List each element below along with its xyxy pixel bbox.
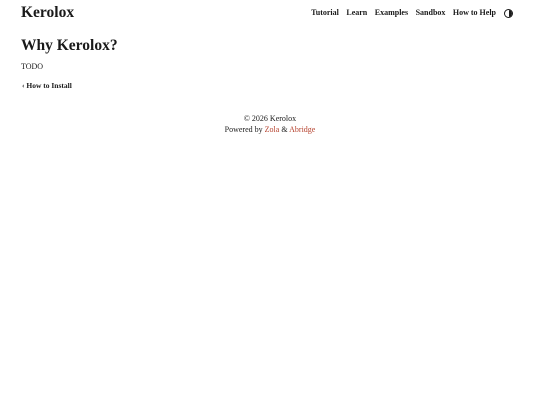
theme-toggle-fill — [508, 9, 512, 17]
footer-powered-by-label: Powered by — [224, 125, 263, 134]
nav-item-how-to-help[interactable]: How to Help — [453, 8, 496, 18]
footer-copyright: © 2026 Kerolox — [243, 114, 297, 123]
page-body-text: TODO — [21, 62, 44, 71]
main-nav: Tutorial Learn Examples Sandbox How to H… — [311, 8, 513, 18]
page-title: Why Kerolox? — [21, 37, 118, 54]
footer-zola-link[interactable]: Zola — [265, 125, 280, 134]
nav-item-learn[interactable]: Learn — [346, 8, 367, 18]
footer-abridge-link[interactable]: Abridge — [289, 125, 315, 134]
nav-item-tutorial[interactable]: Tutorial — [311, 8, 339, 18]
site-header: Kerolox Tutorial Learn Examples Sandbox … — [0, 0, 540, 28]
site-footer: © 2026 Kerolox Powered by Zola & Abridge — [0, 113, 540, 135]
footer-powered-by: Powered by Zola & Abridge — [0, 124, 540, 135]
nav-item-examples[interactable]: Examples — [375, 8, 408, 18]
theme-toggle-icon[interactable] — [504, 8, 513, 18]
page: Kerolox Tutorial Learn Examples Sandbox … — [0, 0, 540, 405]
nav-item-sandbox[interactable]: Sandbox — [416, 8, 446, 18]
main-content: Why Kerolox? TODO ‹ How to Install — [21, 36, 519, 93]
site-title-link[interactable]: Kerolox — [21, 4, 74, 22]
previous-page-link[interactable]: ‹ How to Install — [22, 81, 72, 91]
footer-ampersand: & — [281, 125, 288, 134]
